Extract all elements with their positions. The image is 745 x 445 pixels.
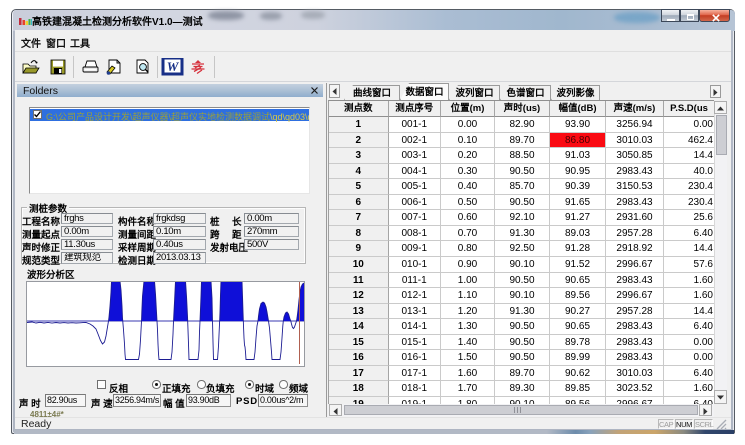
svg-text:W: W (167, 59, 180, 74)
